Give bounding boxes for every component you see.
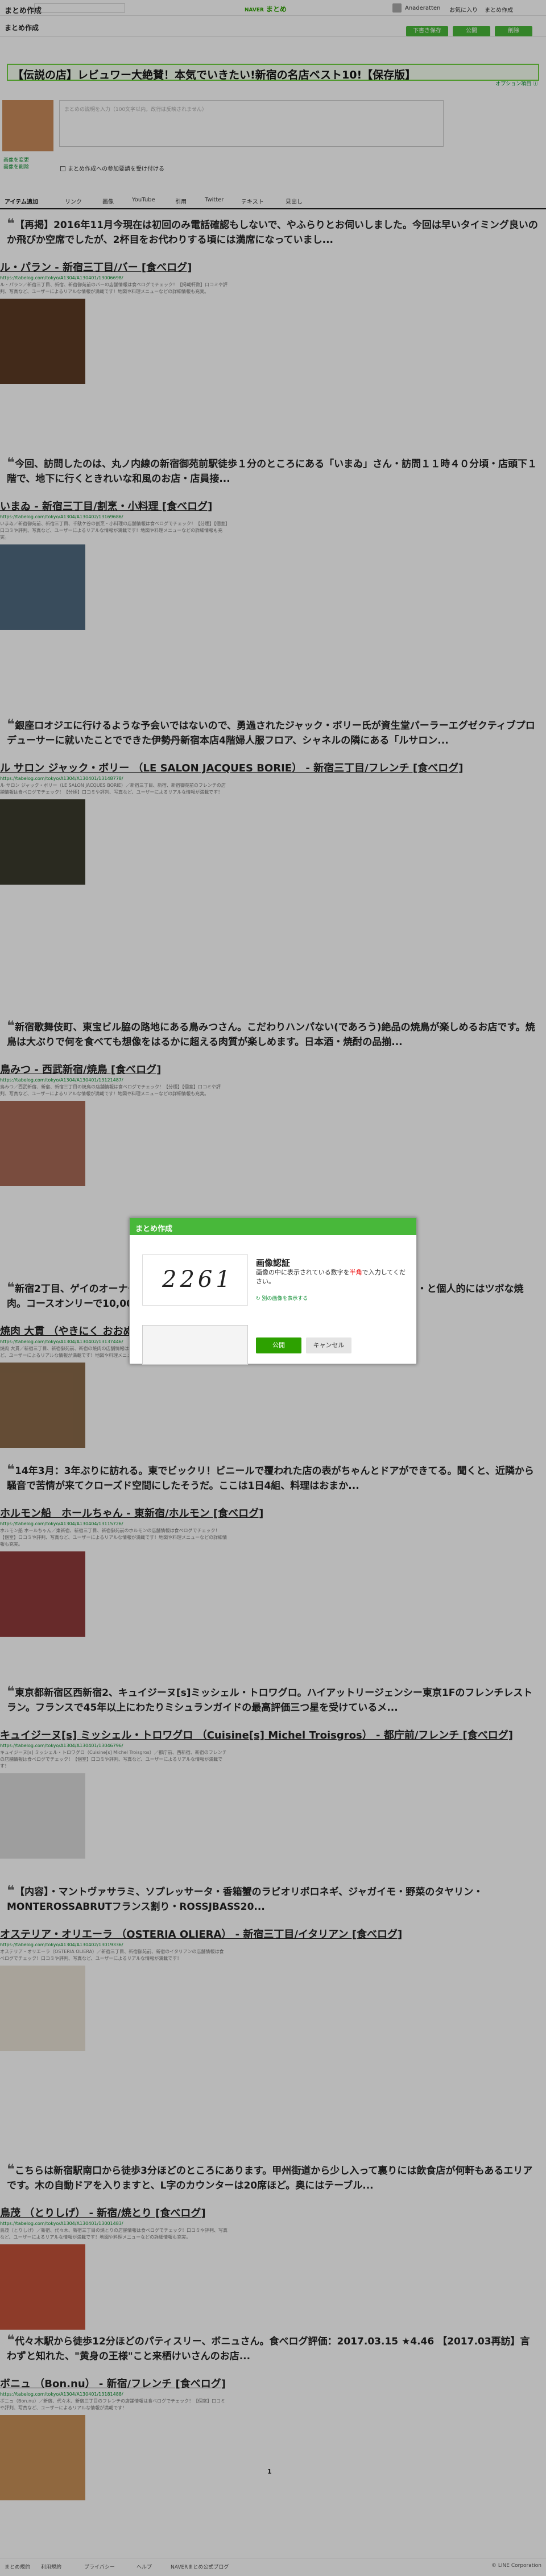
instruction-emphasis: 半角 — [349, 1269, 362, 1276]
refresh-captcha-label: 別の画像を表示する — [262, 1296, 308, 1302]
modal-header: まとめ作成 — [130, 1218, 416, 1235]
modal-title: 画像認証 — [256, 1258, 291, 1268]
captcha-image: 2261 — [142, 1254, 248, 1306]
modal-instruction: 画像の中に表示されている数字を半角で入力してください。 — [256, 1268, 410, 1286]
captcha-input[interactable] — [142, 1325, 248, 1365]
cancel-button[interactable]: キャンセル — [306, 1337, 351, 1353]
refresh-captcha-link[interactable]: ↻ 別の画像を表示する — [256, 1294, 308, 1302]
refresh-icon: ↻ — [256, 1296, 262, 1302]
instruction-before: 画像の中に表示されている数字を — [256, 1269, 350, 1276]
publish-confirm-button[interactable]: 公開 — [256, 1337, 301, 1353]
captcha-modal: まとめ作成 2261 画像認証 画像の中に表示されている数字を半角で入力してくだ… — [129, 1217, 417, 1365]
